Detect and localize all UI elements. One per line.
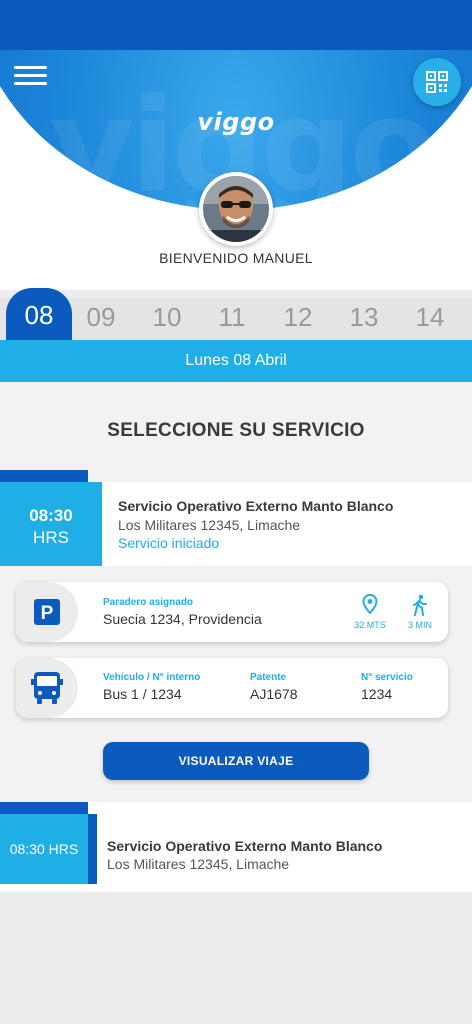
date-item[interactable]: 10 xyxy=(142,302,192,333)
service-time: 08:30 HRS xyxy=(0,814,88,884)
app-logo: viggo xyxy=(197,108,275,136)
profile-photo xyxy=(203,176,269,242)
menu-icon xyxy=(14,66,47,69)
stop-value: Suecia 1234, Providencia xyxy=(103,611,262,627)
stop-distance: 32 MTS xyxy=(354,620,386,630)
service-number-value: 1234 xyxy=(361,686,393,702)
service-title: Servicio Operativo Externo Manto Blanco xyxy=(107,838,383,854)
vehicle-card[interactable]: Vehiculo / N° interno Bus 1 / 1234 Paten… xyxy=(16,658,448,718)
parking-icon: P xyxy=(34,599,60,625)
view-trip-button[interactable]: VISUALIZAR VIAJE xyxy=(103,742,369,780)
date-item[interactable]: 11 xyxy=(207,302,257,333)
welcome-text: BIENVENIDO MANUEL xyxy=(159,250,313,266)
selected-day-label: Lunes 08 Abril xyxy=(0,340,472,382)
date-item[interactable]: 14 xyxy=(405,302,455,333)
service-number-label: N° servicio xyxy=(361,672,413,683)
section-title: SELECCIONE SU SERVICIO xyxy=(107,420,365,441)
walking-icon xyxy=(413,594,427,616)
location-pin-icon xyxy=(362,593,378,615)
plate-label: Patente xyxy=(250,672,287,683)
assigned-stop-card[interactable]: P Paradero asignado Suecia 1234, Provide… xyxy=(16,582,448,642)
stop-label: Paradero asignado xyxy=(103,597,194,608)
date-item[interactable]: 13 xyxy=(339,302,389,333)
service-address: Los Militares 12345, Limache xyxy=(118,517,301,533)
qr-code-icon xyxy=(426,71,448,93)
service-card[interactable]: 08:30 HRS Servicio Operativo Externo Man… xyxy=(0,802,472,892)
service-time: 08:30 HRS xyxy=(0,482,102,566)
plate-value: AJ1678 xyxy=(250,686,298,702)
svg-text:P: P xyxy=(41,603,54,624)
date-item[interactable]: 09 xyxy=(76,302,126,333)
bus-icon xyxy=(31,672,63,704)
date-item[interactable]: 12 xyxy=(273,302,323,333)
service-title: Servicio Operativo Externo Manto Blanco xyxy=(118,498,394,514)
service-card[interactable]: 08:30 HRS Servicio Operativo Externo Man… xyxy=(0,470,472,566)
qr-code-button[interactable] xyxy=(413,58,461,106)
service-status: Servicio iniciado xyxy=(118,535,220,551)
avatar[interactable] xyxy=(199,172,273,246)
date-selector: 08 09 10 11 12 13 14 xyxy=(0,288,472,340)
service-address: Los Militares 12345, Limache xyxy=(107,856,290,872)
walk-time: 3 MIN xyxy=(407,620,432,630)
vehicle-label: Vehiculo / N° interno xyxy=(103,672,201,683)
header: viggo viggo BIENVENIDO MANUEL xyxy=(0,50,472,290)
status-bar xyxy=(0,0,472,50)
menu-button[interactable] xyxy=(14,66,48,88)
vehicle-value: Bus 1 / 1234 xyxy=(103,686,182,702)
date-item-active[interactable]: 08 xyxy=(6,288,72,340)
